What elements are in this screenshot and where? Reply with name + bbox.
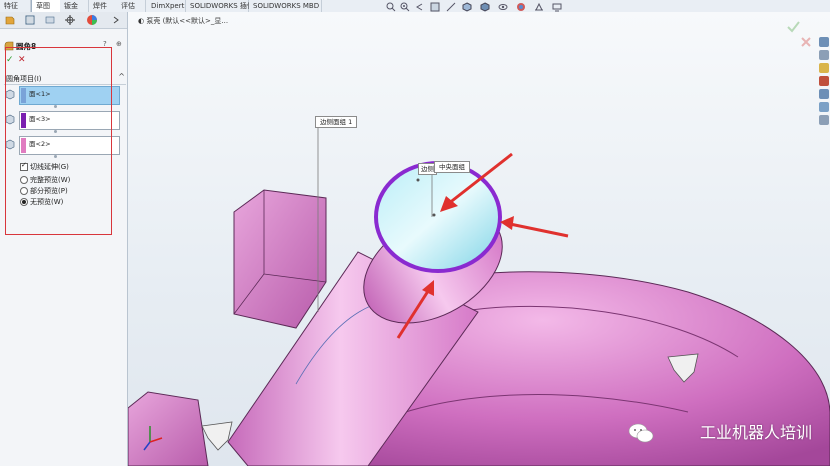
- heads-up-view-toolbar: [386, 2, 586, 12]
- tab-dimxpert[interactable]: DimXpert: [147, 0, 186, 12]
- model-view[interactable]: [128, 12, 830, 466]
- dynamic-annotation-icon[interactable]: [446, 2, 456, 12]
- callout-center-face-set[interactable]: 中央面组: [434, 161, 470, 173]
- property-manager-icon[interactable]: [24, 14, 36, 26]
- breadcrumb[interactable]: ◐ 泵壳 (默认<<默认>_显...: [138, 16, 228, 26]
- red-arrow-right: [500, 216, 569, 238]
- mounting-block-upper[interactable]: [233, 189, 327, 329]
- task-pane-bar: [818, 37, 830, 147]
- view-settings-icon[interactable]: [552, 2, 562, 12]
- mounting-block-lower[interactable]: [128, 391, 209, 466]
- bracket-left: [201, 421, 233, 451]
- apply-scene-icon[interactable]: [534, 2, 544, 12]
- wechat-icon: [628, 423, 654, 443]
- zoom-area-icon[interactable]: [400, 2, 410, 12]
- previous-view-icon[interactable]: [414, 2, 424, 12]
- annotation-highlight-box: [5, 47, 112, 235]
- forum-icon[interactable]: [819, 115, 829, 125]
- tab-weldments[interactable]: 焊件: [89, 0, 118, 12]
- watermark-text: 工业机器人培训: [699, 423, 812, 442]
- zoom-to-fit-icon[interactable]: [386, 2, 396, 12]
- tab-features[interactable]: 特征: [0, 0, 31, 12]
- edit-appearance-icon[interactable]: [516, 2, 526, 12]
- configuration-icon[interactable]: [44, 14, 56, 26]
- dimxpert-icon[interactable]: [64, 14, 76, 26]
- collapse-icon[interactable]: ^: [118, 72, 125, 81]
- view-palette-icon[interactable]: [819, 89, 829, 99]
- tab-addins[interactable]: SOLIDWORKS 插件: [186, 0, 254, 12]
- feature-tree-icon[interactable]: [4, 14, 16, 26]
- graphics-area[interactable]: ◐ 泵壳 (默认<<默认>_显... 边侧面组 1 边侧 中央面组 工业机器人培…: [128, 12, 830, 466]
- home-icon[interactable]: [819, 37, 829, 47]
- confirm-check-icon[interactable]: [786, 20, 800, 34]
- tab-sheet-metal[interactable]: 钣金: [60, 0, 89, 12]
- callout-text: 边侧: [421, 165, 434, 173]
- callout-text: 边侧面组 1: [320, 118, 353, 126]
- breadcrumb-text: 泵壳 (默认<<默认>_显...: [146, 17, 229, 25]
- file-explorer-icon[interactable]: [819, 63, 829, 73]
- hide-show-items-icon[interactable]: [498, 2, 508, 12]
- pin-icon[interactable]: ⊕: [116, 40, 122, 48]
- library-icon[interactable]: [819, 50, 829, 60]
- section-view-icon[interactable]: [430, 2, 440, 12]
- panel-expand-icon[interactable]: [112, 14, 120, 26]
- callout-text: 中央面组: [439, 163, 465, 171]
- view-orientation-icon[interactable]: [462, 2, 472, 12]
- tab-mbd[interactable]: SOLIDWORKS MBD: [249, 0, 322, 12]
- display-style-icon[interactable]: [480, 2, 490, 12]
- callout-side-face-set[interactable]: 边侧面组 1: [315, 116, 358, 128]
- appearance-icon[interactable]: [819, 76, 829, 86]
- part-icon: ◐: [138, 17, 145, 25]
- confirm-cancel-icon[interactable]: [800, 36, 812, 48]
- custom-properties-icon[interactable]: [819, 102, 829, 112]
- panel-tabs: [0, 12, 127, 29]
- tab-evaluate[interactable]: 评估: [117, 0, 146, 12]
- display-manager-icon[interactable]: [86, 14, 98, 26]
